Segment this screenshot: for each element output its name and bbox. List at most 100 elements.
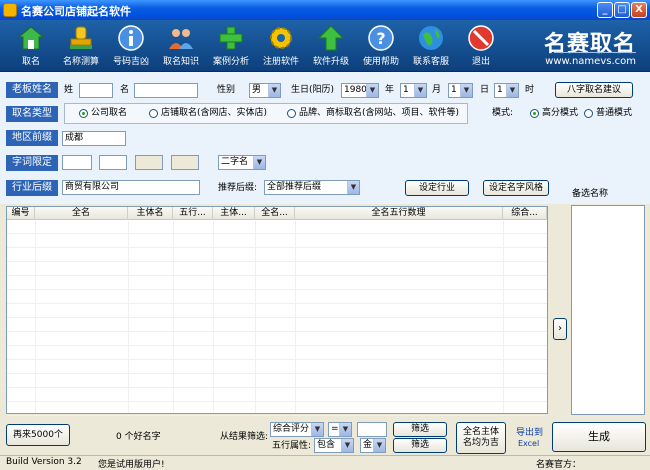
results-table[interactable]: 编号 全名 主体名 五行... 主体... 全名... 全名五行数理 综合... <box>6 206 548 416</box>
wuxing-label: 五行属性: <box>272 441 312 451</box>
toolbar-exit-button[interactable]: 退出 <box>456 22 506 70</box>
day-select[interactable]: 1 ▼ <box>448 83 473 98</box>
table-row <box>7 319 547 332</box>
radio-normal-mode[interactable] <box>584 109 593 118</box>
toolbar-upgrade-button[interactable]: 软件升级 <box>306 22 356 70</box>
recommend-suffix-select[interactable]: 全部推荐后缀 ▼ <box>264 180 360 195</box>
char-1-input[interactable] <box>62 155 92 170</box>
wuxing-operator-select[interactable]: 包含 ▼ <box>314 438 354 453</box>
month-label: 月 <box>432 85 442 95</box>
radio-high-score-mode[interactable] <box>530 109 539 118</box>
toolbar-register-button[interactable]: 注册软件 <box>256 22 306 70</box>
col-header-id[interactable]: 编号 <box>7 207 35 220</box>
given-name-input[interactable] <box>134 83 198 98</box>
table-column-divider <box>173 221 174 413</box>
industry-input[interactable]: 商贸有限公司 <box>62 180 200 195</box>
col-header-full-name[interactable]: 全名 <box>35 207 128 220</box>
gender-value: 男 <box>252 85 262 95</box>
filter-label: 从结果筛选: <box>220 432 269 442</box>
radio-brand-label[interactable]: 品牌、商标取名(含网站、项目、软件等) <box>299 106 459 120</box>
hour-select[interactable]: 1 ▼ <box>494 83 519 98</box>
toolbar-case-analysis-button[interactable]: 案例分析 <box>206 22 256 70</box>
col-header-overall[interactable]: 综合... <box>503 207 547 220</box>
filter-score-button[interactable]: 筛选 <box>393 422 447 437</box>
radio-brand[interactable] <box>287 109 296 118</box>
recommend-suffix-label: 推荐后缀: <box>218 183 258 193</box>
table-header: 编号 全名 主体名 五行... 主体... 全名... 全名五行数理 综合... <box>7 207 547 220</box>
table-column-divider <box>255 221 256 413</box>
trial-text: 您是试用版用户! <box>98 460 165 470</box>
table-row <box>7 263 547 276</box>
table-row <box>7 361 547 374</box>
industry-label: 行业后缀 <box>6 180 58 196</box>
chevron-down-icon: ▼ <box>347 181 359 194</box>
region-input[interactable]: 成都 <box>62 131 126 146</box>
all-lucky-filter-button[interactable]: 全名主体名均为吉 <box>456 422 506 454</box>
char-3-input <box>135 155 163 170</box>
toolbar-help-button[interactable]: ? 使用帮助 <box>356 22 406 70</box>
gender-label: 性别 <box>217 85 236 95</box>
wuxing-element-select[interactable]: 金 ▼ <box>360 438 386 453</box>
col-header-main-name[interactable]: 主体名 <box>128 207 173 220</box>
export-excel-label[interactable]: Excel <box>518 437 539 451</box>
result-count: 0 个好名字 <box>116 432 161 442</box>
high-score-mode-label[interactable]: 高分模式 <box>542 106 578 120</box>
birthday-label: 生日(阳历) <box>291 85 335 95</box>
table-row <box>7 403 547 416</box>
toolbar-naming-button[interactable]: 取名 <box>6 22 56 70</box>
toolbar-label: 取名知识 <box>162 57 199 67</box>
brand-url: www.namevs.com <box>545 56 636 67</box>
col-header-main-score[interactable]: 主体... <box>213 207 255 220</box>
radio-company[interactable] <box>79 109 88 118</box>
toolbar-number-luck-button[interactable]: 号码吉凶 <box>106 22 156 70</box>
naming-form: 老板姓名 姓 名 性别 男 ▼ 生日(阳历) 1980 ▼ 年 1 ▼ 月 1 ▼ 日 … <box>0 72 650 204</box>
help-icon: ? <box>368 25 394 51</box>
filter-field-select[interactable]: 综合评分 ▼ <box>270 422 324 437</box>
chevron-down-icon: ▼ <box>341 439 353 452</box>
exit-icon <box>468 25 494 51</box>
candidates-list[interactable] <box>571 205 645 415</box>
set-name-style-button[interactable]: 设定名字风格 <box>483 180 549 196</box>
official-site-text: 名赛官方：www.namevs.com <box>536 460 582 470</box>
col-header-full-wuxing-numerology[interactable]: 全名五行数理 <box>295 207 503 220</box>
col-header-wuxing[interactable]: 五行... <box>173 207 213 220</box>
gender-select[interactable]: 男 ▼ <box>249 83 281 98</box>
close-button[interactable]: X <box>631 2 647 18</box>
radio-store[interactable] <box>149 109 158 118</box>
filter-wuxing-button[interactable]: 筛选 <box>393 438 447 453</box>
month-select[interactable]: 1 ▼ <box>400 83 427 98</box>
name-length-value: 二字名 <box>221 157 249 167</box>
region-label: 地区前缀 <box>6 130 58 146</box>
chevron-down-icon: ▼ <box>414 84 426 97</box>
radio-company-label[interactable]: 公司取名 <box>91 106 127 120</box>
toolbar-contact-button[interactable]: 联系客服 <box>406 22 456 70</box>
year-select[interactable]: 1980 ▼ <box>341 83 379 98</box>
mode-label: 模式: <box>492 108 514 118</box>
table-row <box>7 221 547 234</box>
toolbar-label: 联系客服 <box>412 57 449 67</box>
house-icon <box>17 26 45 50</box>
brand-logo: 名赛取名 <box>543 32 636 57</box>
radio-store-label[interactable]: 店铺取名(含网店、实体店) <box>161 106 267 120</box>
more-names-button[interactable]: 再来5000个 <box>6 424 70 446</box>
toolbar-label: 案例分析 <box>212 57 249 67</box>
maximize-button[interactable]: □ <box>614 2 630 18</box>
filter-value-input[interactable] <box>357 422 387 437</box>
add-to-candidates-button[interactable]: › <box>553 318 567 340</box>
surname-input[interactable] <box>79 83 113 98</box>
normal-mode-label[interactable]: 普通模式 <box>596 106 632 120</box>
minimize-button[interactable]: _ <box>597 2 613 18</box>
bazi-suggestion-button[interactable]: 八字取名建议 <box>555 82 633 98</box>
filter-operator-select[interactable]: = ▼ <box>328 422 352 437</box>
toolbar-naming-knowledge-button[interactable]: 取名知识 <box>156 22 206 70</box>
status-bar: Build Version 3.2 您是试用版用户! 名赛官方：www.name… <box>0 455 650 470</box>
col-header-full-score[interactable]: 全名... <box>255 207 295 220</box>
generate-button[interactable]: 生成 <box>552 422 646 452</box>
set-industry-button[interactable]: 设定行业 <box>405 180 469 196</box>
table-row <box>7 333 547 346</box>
toolbar-name-test-button[interactable]: 名称测算 <box>56 22 106 70</box>
year-label: 年 <box>385 85 395 95</box>
table-row <box>7 375 547 388</box>
char-2-input[interactable] <box>99 155 127 170</box>
name-length-select[interactable]: 二字名 ▼ <box>218 155 266 170</box>
